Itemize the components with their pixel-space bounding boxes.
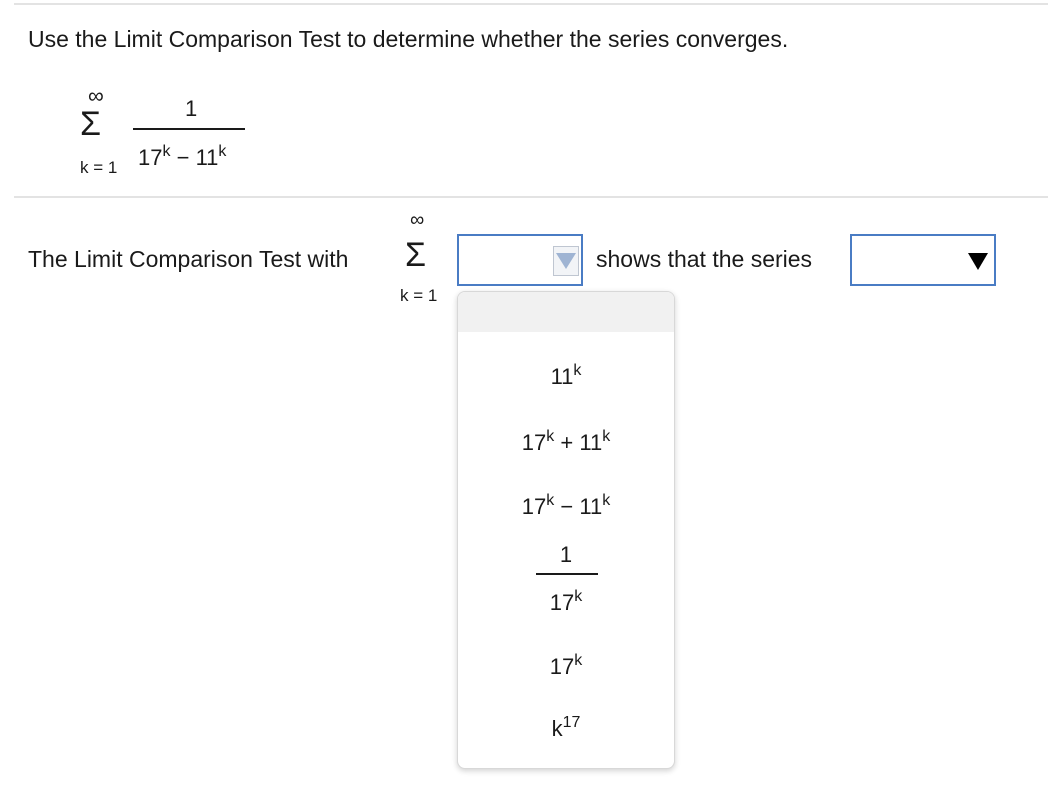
opt3-exp2: k xyxy=(602,492,611,509)
conclusion-select[interactable] xyxy=(850,234,996,286)
den-base2: 11 xyxy=(195,145,219,170)
dropdown-option-one-over-17k-denominator[interactable]: 17k xyxy=(458,588,674,616)
opt1-base: 11 xyxy=(550,364,574,389)
opt2-base1: 17 xyxy=(521,430,547,455)
dropdown-arrow-icon[interactable] xyxy=(553,246,579,276)
question-instruction: Use the Limit Comparison Test to determi… xyxy=(28,26,789,52)
dropdown-option-17k[interactable]: 17k xyxy=(458,652,674,680)
opt6-base: k xyxy=(551,716,563,741)
series-denominator: 17k − 11k xyxy=(138,143,227,171)
comparison-series-select[interactable] xyxy=(457,234,583,286)
den-base1: 17 xyxy=(138,145,163,170)
series-fraction-bar xyxy=(133,128,245,130)
comparison-sigma-symbol: Σ xyxy=(405,236,427,274)
opt2-exp2: k xyxy=(602,428,611,445)
comparison-series-dropdown-list: 11k 17k + 11k 17k − 11k 1 17k 17k k17 xyxy=(457,291,675,769)
opt3-exp1: k xyxy=(546,492,555,509)
dropdown-arrow-icon[interactable] xyxy=(965,246,991,276)
opt2-base2: 11 xyxy=(579,430,603,455)
comparison-upper-limit: ∞ xyxy=(410,209,425,231)
section-divider xyxy=(14,196,1048,198)
series-numerator: 1 xyxy=(185,96,198,121)
opt3-operator: − xyxy=(554,494,580,519)
opt4-den-base: 17 xyxy=(549,590,575,615)
opt6-exp: 17 xyxy=(562,714,581,731)
opt1-exp: k xyxy=(573,362,582,379)
opt2-operator: + xyxy=(554,430,580,455)
dropdown-option-blank[interactable] xyxy=(458,292,674,332)
opt3-base1: 17 xyxy=(521,494,547,519)
series-sigma-symbol: Σ xyxy=(80,105,102,143)
opt5-base: 17 xyxy=(549,654,575,679)
dropdown-option-17k-minus-11k[interactable]: 17k − 11k xyxy=(458,492,674,520)
opt2-exp1: k xyxy=(546,428,555,445)
dropdown-option-k17[interactable]: k17 xyxy=(458,714,674,742)
dropdown-option-11k[interactable]: 11k xyxy=(458,362,674,390)
dropdown-option-17k-plus-11k[interactable]: 17k + 11k xyxy=(458,428,674,456)
den-exp1: k xyxy=(162,143,171,160)
den-operator: − xyxy=(170,145,196,170)
opt4-den-exp: k xyxy=(574,588,583,605)
opt3-base2: 11 xyxy=(579,494,603,519)
opt5-exp: k xyxy=(574,652,583,669)
comparison-mid-text: shows that the series xyxy=(596,246,813,272)
top-divider xyxy=(14,3,1048,5)
dropdown-option-one-over-17k-numerator[interactable]: 1 xyxy=(458,542,674,568)
comparison-lower-limit: k = 1 xyxy=(400,286,438,305)
dropdown-option-one-over-17k-bar xyxy=(536,573,598,575)
series-lower-limit: k = 1 xyxy=(80,158,118,177)
comparison-lead-text: The Limit Comparison Test with xyxy=(28,246,349,272)
den-exp2: k xyxy=(218,143,227,160)
